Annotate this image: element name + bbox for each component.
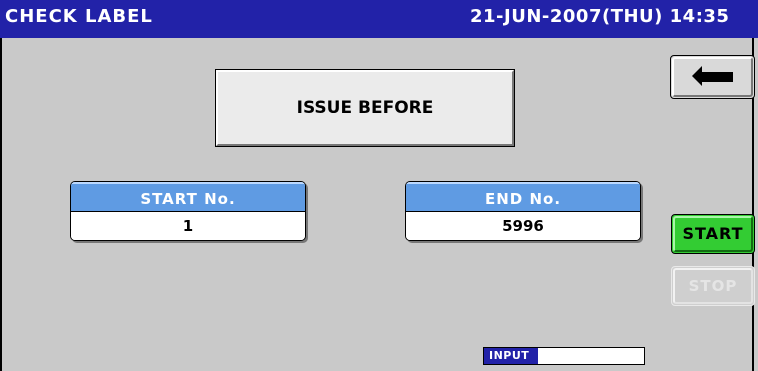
issue-status-text: ISSUE BEFORE <box>296 98 434 118</box>
end-number-field[interactable]: END No. 5996 <box>405 181 641 241</box>
check-label-screen: CHECK LABEL 21-JUN-2007(THU) 14:35 ISSUE… <box>0 0 758 371</box>
start-number-value: 1 <box>71 212 305 240</box>
start-number-label: START No. <box>71 182 305 212</box>
start-button[interactable]: START <box>671 214 755 254</box>
input-mode-label: INPUT <box>484 348 539 364</box>
return-arrow-icon <box>688 63 738 91</box>
end-number-label: END No. <box>406 182 640 212</box>
stop-button[interactable]: STOP <box>671 266 755 306</box>
screen-title: CHECK LABEL <box>5 6 153 27</box>
start-number-field[interactable]: START No. 1 <box>70 181 306 241</box>
end-number-value: 5996 <box>406 212 640 240</box>
title-bar: CHECK LABEL 21-JUN-2007(THU) 14:35 <box>0 0 758 38</box>
date-time-display: 21-JUN-2007(THU) 14:35 <box>470 6 730 27</box>
back-button[interactable] <box>670 55 755 99</box>
issue-status-box: ISSUE BEFORE <box>215 69 515 147</box>
input-mode-indicator: INPUT <box>483 347 645 365</box>
